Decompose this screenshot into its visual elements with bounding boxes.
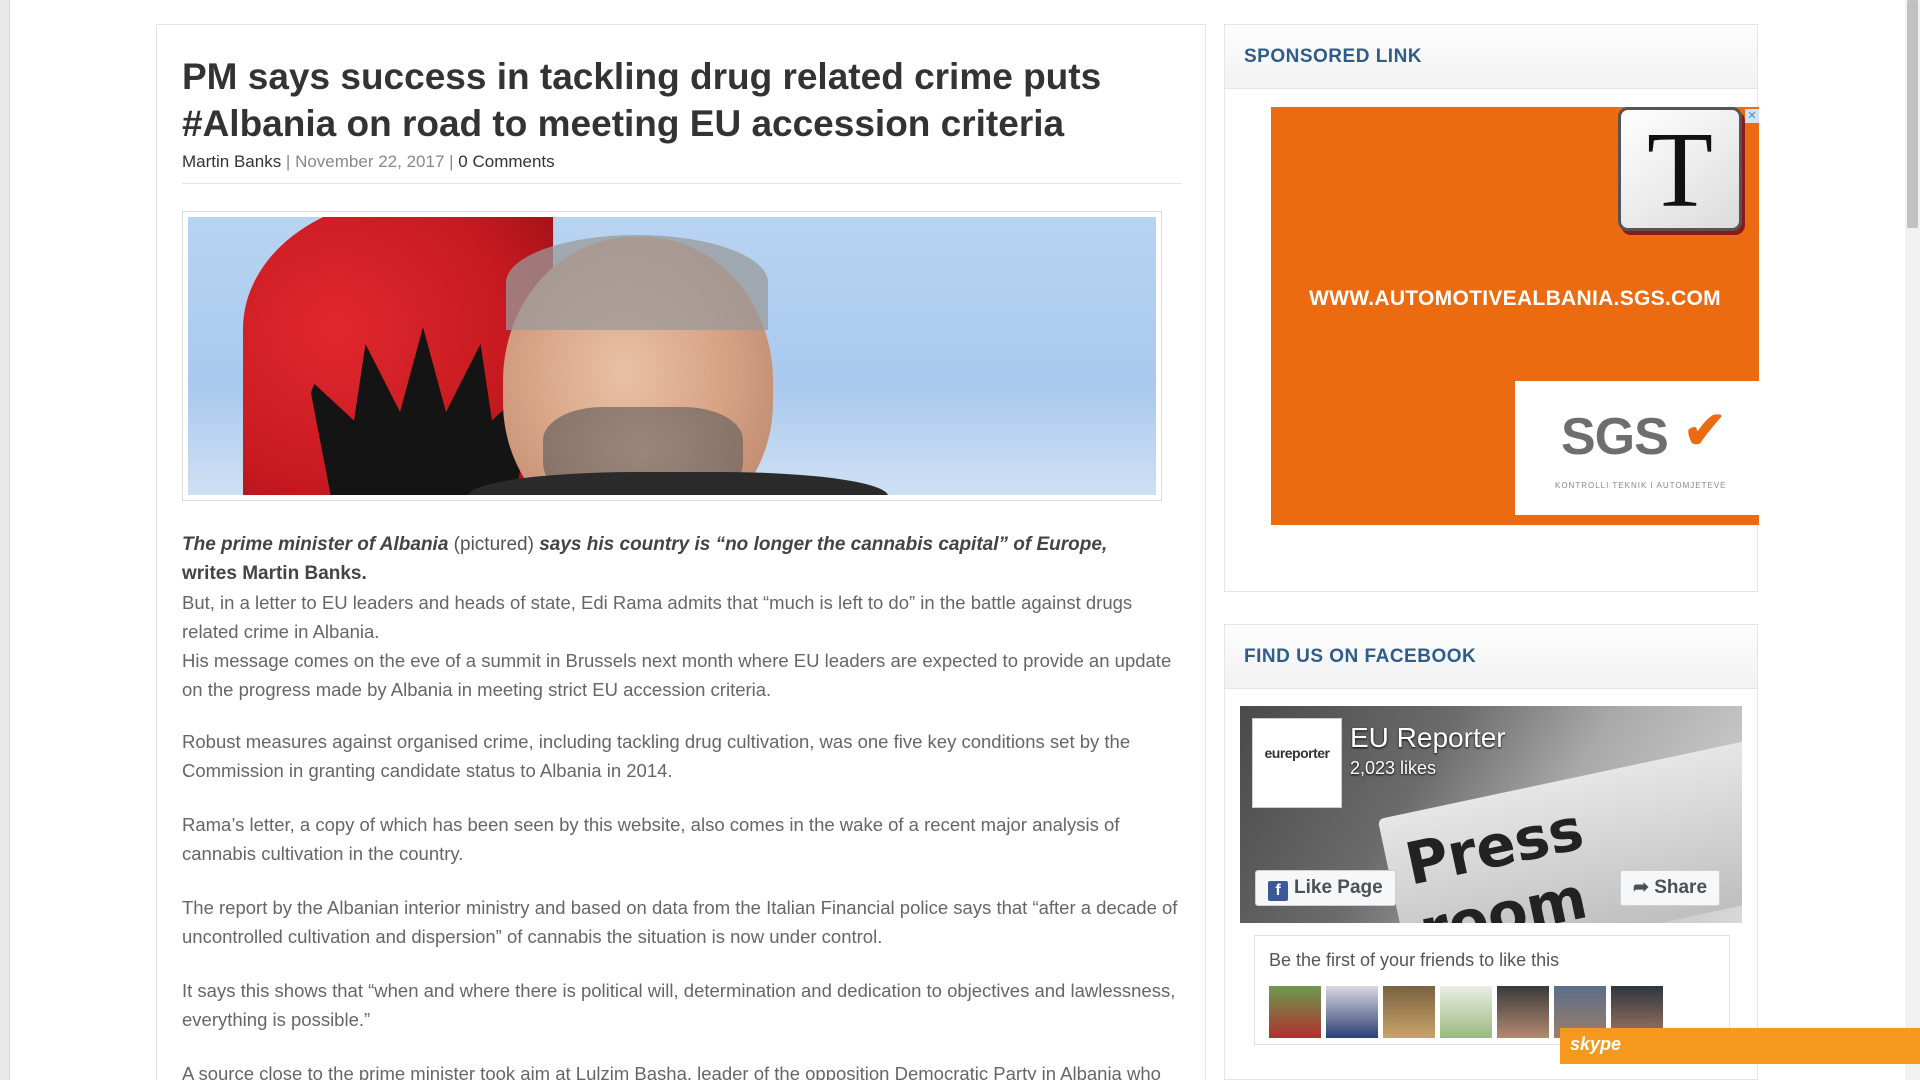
photo-pm-albania	[188, 217, 1156, 495]
browser-left-edge	[0, 0, 10, 1080]
friend-avatar[interactable]	[1269, 986, 1321, 1038]
page-scrollbar[interactable]	[1905, 0, 1920, 1080]
lead-italic: says his country is “no longer the canna…	[539, 534, 1108, 555]
sponsored-widget: SPONSORED LINK WWW.AUTOMOTIVEALBANIA.SGS…	[1224, 24, 1759, 592]
article-paragraph: It says this shows that “when and where …	[182, 980, 1176, 1030]
friend-avatar[interactable]	[1440, 986, 1492, 1038]
sgs-logo: SGS ✔ KONTROLLI TEKNIK I AUTOMJETEVE	[1515, 381, 1759, 515]
lead-plain: (pictured)	[448, 534, 540, 555]
friend-avatar[interactable]	[1497, 986, 1549, 1038]
divider	[182, 183, 1182, 184]
author-link[interactable]: Martin Banks	[182, 152, 281, 171]
article-paragraph: Robust measures against organised crime,…	[182, 731, 1131, 781]
byline-separator: |	[444, 152, 459, 171]
post-date: November 22, 2017	[295, 152, 445, 171]
article-photo	[182, 211, 1162, 501]
badge-letter: T	[1647, 111, 1713, 230]
friend-avatar[interactable]	[1383, 986, 1435, 1038]
facebook-icon: f	[1268, 881, 1288, 901]
widget-title: SPONSORED LINK	[1225, 25, 1757, 89]
avatar-label: eureporter	[1264, 745, 1330, 761]
like-page-button[interactable]: f Like Page	[1255, 870, 1396, 906]
ad-url[interactable]: WWW.AUTOMOTIVEALBANIA.SGS.COM	[1271, 287, 1759, 311]
article-paragraph: His message comes on the eve of a summit…	[182, 650, 1172, 700]
article-paragraph: A source close to the prime minister too…	[182, 1063, 1161, 1080]
comments-link[interactable]: 0 Comments	[458, 152, 554, 171]
lead-italic: The prime minister of Albania	[182, 534, 449, 555]
friend-avatar[interactable]	[1326, 986, 1378, 1038]
article-paragraph: But, in a letter to EU leaders and heads…	[182, 592, 1133, 642]
share-label: Share	[1654, 877, 1708, 898]
byline-separator: |	[281, 152, 296, 171]
page-avatar[interactable]: eureporter	[1252, 718, 1342, 808]
widget-title: FIND US ON FACEBOOK	[1225, 625, 1757, 689]
facebook-page-name[interactable]: EU Reporter	[1350, 722, 1506, 754]
share-arrow-icon: ➦	[1633, 877, 1655, 898]
sgs-tagline: KONTROLLI TEKNIK I AUTOMJETEVE	[1555, 481, 1727, 490]
article-paragraph: The report by the Albanian interior mini…	[182, 897, 1178, 947]
lead-paragraph: The prime minister of Albania (pictured)…	[182, 530, 1192, 588]
article: PM says success in tackling drug related…	[156, 24, 1206, 1080]
lead-byline: writes Martin Banks.	[182, 563, 367, 584]
sgs-logo-text: SGS	[1561, 408, 1669, 466]
skype-bar[interactable]: skype	[1560, 1028, 1920, 1064]
ad-close-icon[interactable]: ✕	[1745, 109, 1759, 123]
article-headline[interactable]: PM says success in tackling drug related…	[182, 53, 1182, 147]
friends-prompt: Be the first of your friends to like thi…	[1269, 950, 1560, 970]
scrollbar-thumb[interactable]	[1907, 0, 1918, 228]
skype-logo: skype	[1570, 1034, 1622, 1054]
share-button[interactable]: ➦ Share	[1620, 870, 1721, 906]
facebook-widget: FIND US ON FACEBOOK Press room eureporte…	[1224, 624, 1758, 1080]
byline: Martin Banks | November 22, 2017 | 0 Com…	[182, 152, 555, 172]
checkmark-icon: ✔	[1683, 402, 1727, 460]
text-overlay-icon[interactable]: T	[1618, 107, 1742, 231]
facebook-page-cover[interactable]: Press room eureporter EU Reporter 2,023 …	[1240, 706, 1742, 923]
article-paragraph: Rama’s letter, a copy of which has been …	[182, 814, 1120, 864]
like-page-label: Like Page	[1294, 877, 1383, 898]
portrait-hair	[506, 235, 768, 330]
facebook-like-count: 2,023 likes	[1350, 758, 1437, 778]
